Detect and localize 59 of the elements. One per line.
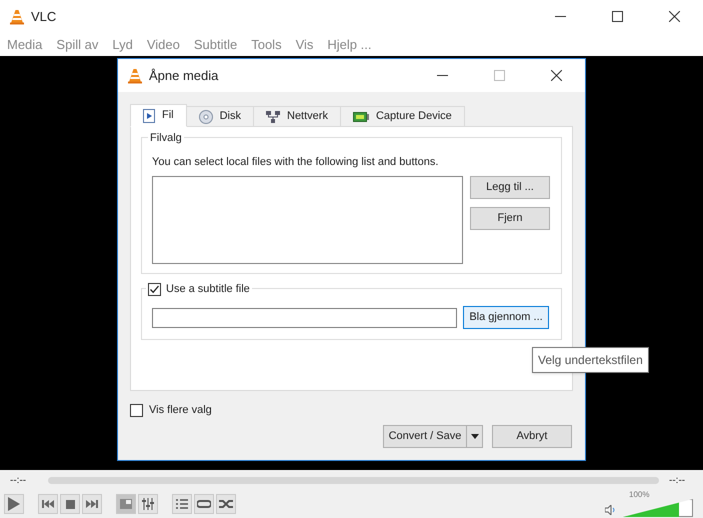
maximize-icon — [494, 70, 505, 81]
menu-item[interactable]: Subtitle — [194, 34, 238, 54]
group-title: Filvalg — [148, 130, 184, 146]
equalizer-icon — [142, 498, 154, 510]
shuffle-button[interactable] — [216, 494, 236, 514]
loop-icon — [197, 499, 211, 509]
play-icon — [8, 497, 20, 511]
group-description: You can select local files with the following list and buttons. — [152, 155, 440, 170]
browse-button[interactable]: Bla gjennom ... — [463, 306, 549, 329]
file-icon — [143, 108, 155, 122]
menu-item[interactable]: Tools — [251, 34, 282, 54]
playlist-button[interactable] — [172, 494, 192, 514]
menu-item[interactable]: Vis — [296, 34, 314, 54]
playlist-icon — [176, 499, 188, 509]
stop-icon — [66, 500, 74, 508]
previous-icon — [42, 500, 54, 508]
maximize-icon[interactable] — [612, 11, 623, 22]
fullscreen-button[interactable] — [116, 494, 136, 514]
file-list[interactable] — [152, 176, 463, 264]
tab[interactable]: Disk — [186, 106, 254, 127]
menu-item[interactable]: Video — [146, 34, 180, 54]
tab[interactable]: Fil — [130, 104, 187, 127]
remaining-time: --:-- — [669, 474, 686, 488]
file-action-button[interactable]: Fjern — [470, 206, 550, 230]
caret-icon — [470, 434, 478, 438]
close-icon[interactable] — [669, 11, 680, 22]
stop-button[interactable] — [60, 494, 80, 514]
volume-reading: 100% — [628, 491, 650, 499]
traffic-cone-icon — [127, 68, 143, 84]
tooltip: Velg undertekstfilen — [532, 347, 649, 373]
close-icon[interactable] — [551, 70, 562, 81]
speaker-icon[interactable] — [605, 505, 617, 515]
loop-button[interactable] — [194, 494, 214, 514]
subtitle-label: Use a subtitle file — [166, 282, 250, 297]
traffic-cone-icon — [9, 8, 25, 24]
fullscreen-icon — [120, 499, 132, 509]
menu-item[interactable]: Lyd — [112, 34, 133, 54]
play-button[interactable] — [4, 494, 24, 514]
more-options-label: Vis flere valg — [149, 403, 212, 418]
subtitle-checkbox[interactable] — [148, 282, 161, 296]
menu-item[interactable]: Media — [7, 34, 42, 54]
disc-icon — [198, 110, 213, 124]
file-action-button[interactable]: Legg til ... — [470, 176, 550, 198]
window-title: VLC — [31, 8, 56, 26]
next-button[interactable] — [82, 494, 102, 514]
cancel-button[interactable]: Avbryt — [492, 424, 572, 448]
menu-item[interactable]: Spill av — [56, 34, 98, 54]
subtitle-path-field[interactable] — [152, 308, 457, 328]
more-options-checkbox[interactable] — [130, 404, 143, 417]
capture-card-icon — [352, 110, 369, 122]
next-icon — [86, 500, 98, 508]
equalizer-button[interactable] — [138, 494, 158, 514]
elapsed-time: --:-- — [9, 474, 28, 488]
shuffle-icon — [219, 499, 233, 509]
previous-button[interactable] — [38, 494, 58, 514]
tab[interactable]: Capture Device — [340, 106, 465, 127]
network-icon — [266, 110, 280, 122]
dialog-title: Åpne media — [149, 66, 218, 85]
menu-item[interactable]: Hjelp ... — [327, 34, 372, 54]
